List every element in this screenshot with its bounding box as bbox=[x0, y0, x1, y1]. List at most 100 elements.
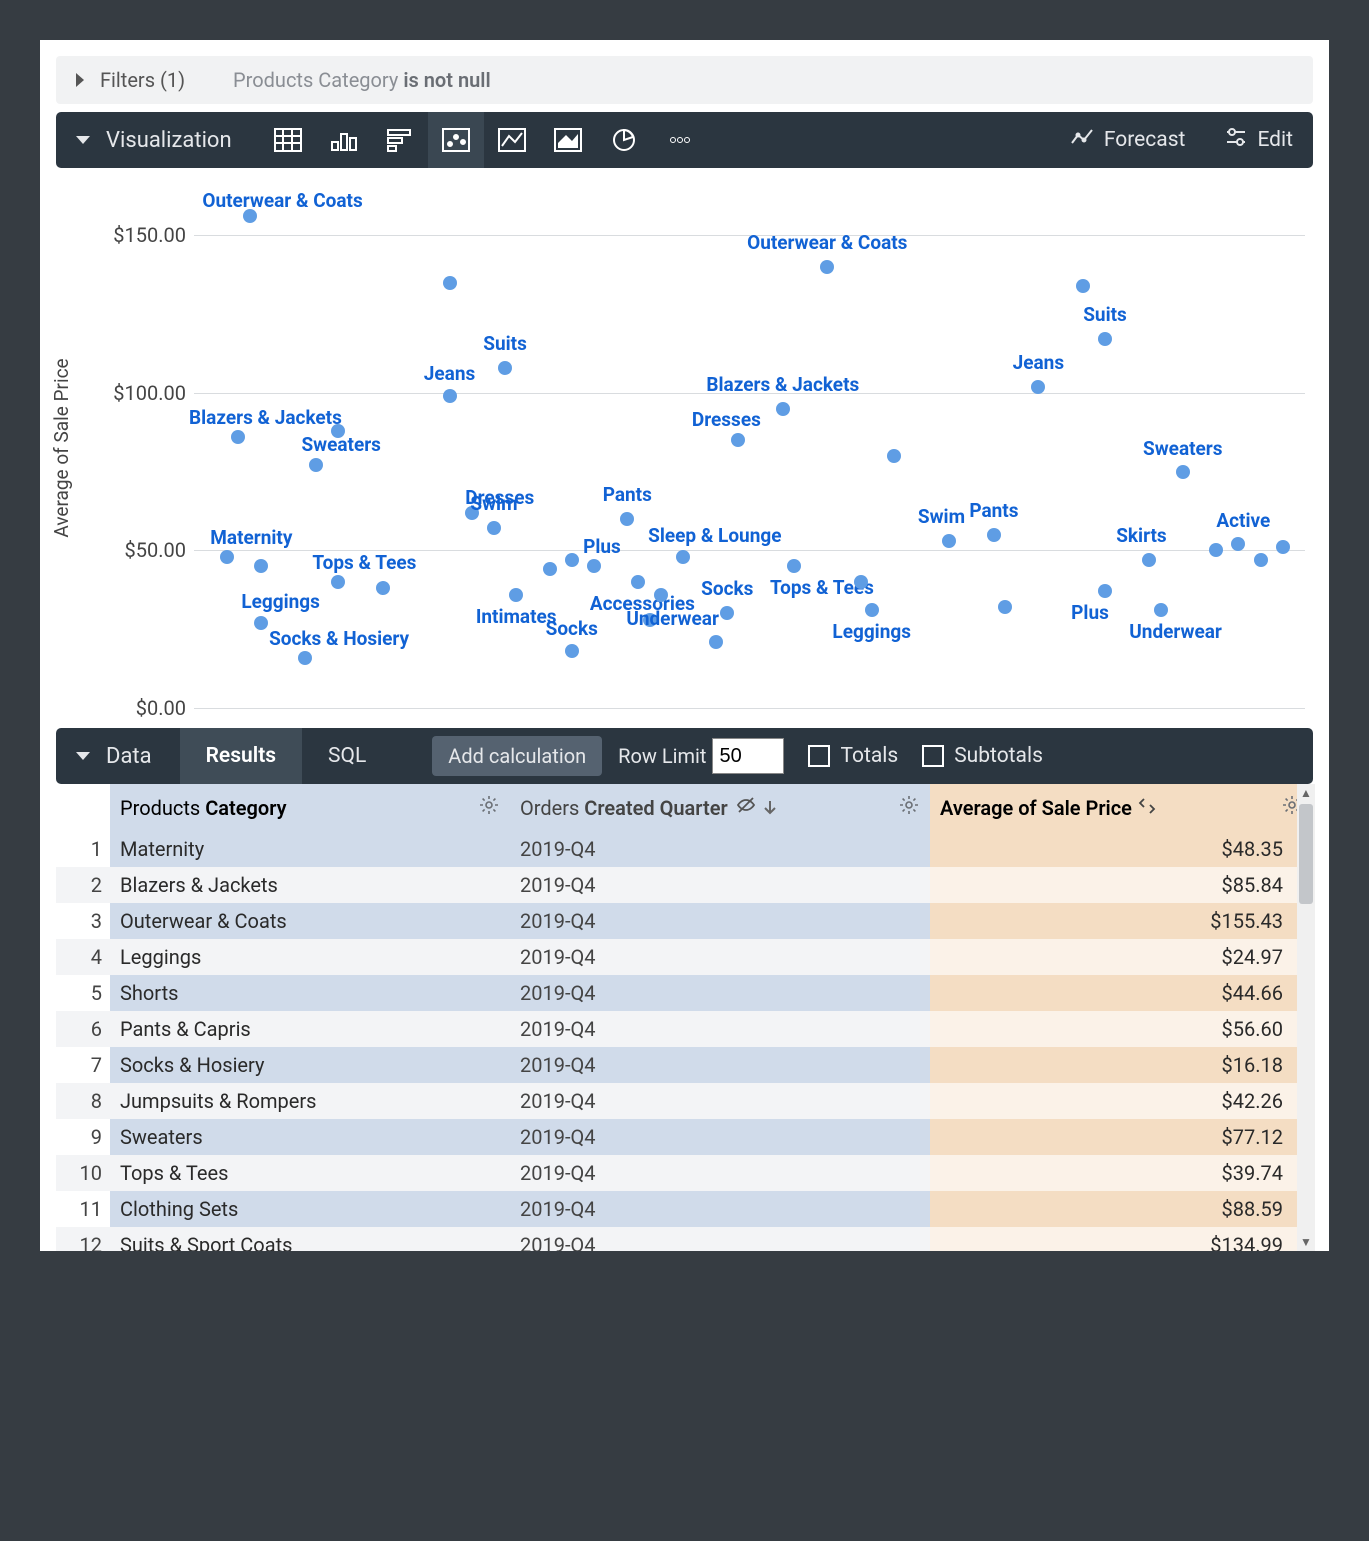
data-point[interactable] bbox=[1154, 603, 1168, 617]
totals-label: Totals bbox=[840, 744, 898, 768]
data-point[interactable] bbox=[1076, 279, 1090, 293]
tab-sql[interactable]: SQL bbox=[302, 728, 392, 784]
vis-type-more-icon[interactable] bbox=[652, 112, 708, 168]
data-point[interactable] bbox=[854, 575, 868, 589]
totals-checkbox[interactable]: Totals bbox=[808, 744, 898, 768]
column-average-sale-price[interactable]: Average of Sale Price bbox=[930, 784, 1313, 831]
cell-value: $88.59 bbox=[930, 1191, 1313, 1227]
vis-type-table-icon[interactable] bbox=[260, 112, 316, 168]
data-point[interactable] bbox=[254, 616, 268, 630]
data-point[interactable] bbox=[509, 588, 523, 602]
data-point[interactable] bbox=[309, 458, 323, 472]
data-point[interactable] bbox=[331, 575, 345, 589]
table-row[interactable]: 6Pants & Capris2019-Q4$56.60 bbox=[56, 1011, 1313, 1047]
data-point[interactable] bbox=[254, 559, 268, 573]
vis-type-area-icon[interactable] bbox=[540, 112, 596, 168]
data-point[interactable] bbox=[565, 553, 579, 567]
data-point[interactable] bbox=[298, 651, 312, 665]
table-row[interactable]: 10Tops & Tees2019-Q4$39.74 bbox=[56, 1155, 1313, 1191]
filters-bar[interactable]: Filters (1) Products Category is not nul… bbox=[56, 56, 1313, 104]
data-point[interactable] bbox=[565, 644, 579, 658]
table-row[interactable]: 12Suits & Sport Coats2019-Q4$134.99 bbox=[56, 1227, 1313, 1251]
cell-value: $134.99 bbox=[930, 1227, 1313, 1251]
data-point[interactable] bbox=[543, 562, 557, 576]
data-point[interactable] bbox=[787, 559, 801, 573]
table-row[interactable]: 1Maternity2019-Q4$48.35 bbox=[56, 831, 1313, 867]
data-point-label: Outerwear & Coats bbox=[747, 231, 907, 254]
caret-down-icon[interactable] bbox=[76, 136, 90, 144]
gear-icon[interactable] bbox=[478, 794, 500, 821]
tab-results[interactable]: Results bbox=[180, 728, 302, 784]
data-point[interactable] bbox=[1098, 584, 1112, 598]
edit-button[interactable]: Edit bbox=[1225, 127, 1293, 153]
vertical-scrollbar[interactable]: ▲ ▼ bbox=[1297, 784, 1315, 1251]
vis-type-bar-icon[interactable] bbox=[372, 112, 428, 168]
caret-down-icon[interactable] bbox=[76, 752, 90, 760]
row-limit-input[interactable] bbox=[712, 738, 784, 774]
forecast-button[interactable]: Forecast bbox=[1070, 127, 1186, 153]
data-point[interactable] bbox=[331, 424, 345, 438]
table-row[interactable]: 2Blazers & Jackets2019-Q4$85.84 bbox=[56, 867, 1313, 903]
data-point[interactable] bbox=[998, 600, 1012, 614]
data-point[interactable] bbox=[1231, 537, 1245, 551]
data-point[interactable] bbox=[654, 588, 668, 602]
scrollbar-thumb[interactable] bbox=[1299, 804, 1313, 904]
data-point[interactable] bbox=[820, 260, 834, 274]
data-point[interactable] bbox=[731, 433, 745, 447]
table-row[interactable]: 8Jumpsuits & Rompers2019-Q4$42.26 bbox=[56, 1083, 1313, 1119]
gear-icon[interactable] bbox=[898, 794, 920, 821]
data-point[interactable] bbox=[709, 635, 723, 649]
column-orders-created-quarter[interactable]: Orders Created Quarter bbox=[510, 784, 930, 831]
data-point[interactable] bbox=[1176, 465, 1190, 479]
scroll-down-icon[interactable]: ▼ bbox=[1300, 1233, 1312, 1251]
data-point[interactable] bbox=[1098, 332, 1112, 346]
data-point[interactable] bbox=[376, 581, 390, 595]
plot-area[interactable]: $0.00$50.00$100.00$150.00Outerwear & Coa… bbox=[194, 188, 1305, 708]
table-row[interactable]: 3Outerwear & Coats2019-Q4$155.43 bbox=[56, 903, 1313, 939]
column-label: Orders Created Quarter bbox=[520, 796, 728, 820]
scroll-up-icon[interactable]: ▲ bbox=[1300, 784, 1312, 802]
data-point[interactable] bbox=[1031, 380, 1045, 394]
subtotals-checkbox[interactable]: Subtotals bbox=[922, 744, 1043, 768]
data-point[interactable] bbox=[620, 512, 634, 526]
data-point[interactable] bbox=[498, 361, 512, 375]
column-products-category[interactable]: Products Category bbox=[110, 784, 510, 831]
data-point[interactable] bbox=[587, 559, 601, 573]
cell-value: $48.35 bbox=[930, 831, 1313, 867]
data-point[interactable] bbox=[1254, 553, 1268, 567]
data-point[interactable] bbox=[676, 550, 690, 564]
table-row[interactable]: 7Socks & Hosiery2019-Q4$16.18 bbox=[56, 1047, 1313, 1083]
data-point[interactable] bbox=[865, 603, 879, 617]
data-point[interactable] bbox=[487, 521, 501, 535]
sort-desc-icon[interactable] bbox=[762, 796, 778, 820]
row-index: 10 bbox=[56, 1155, 110, 1191]
table-row[interactable]: 11Clothing Sets2019-Q4$88.59 bbox=[56, 1191, 1313, 1227]
table-row[interactable]: 4Leggings2019-Q4$24.97 bbox=[56, 939, 1313, 975]
vis-type-line-icon[interactable] bbox=[484, 112, 540, 168]
cell-category: Leggings bbox=[110, 939, 510, 975]
row-index: 11 bbox=[56, 1191, 110, 1227]
data-point[interactable] bbox=[776, 402, 790, 416]
pivot-icon[interactable] bbox=[1138, 796, 1156, 820]
data-point[interactable] bbox=[220, 550, 234, 564]
hide-from-vis-icon[interactable] bbox=[736, 795, 756, 820]
table-row[interactable]: 5Shorts2019-Q4$44.66 bbox=[56, 975, 1313, 1011]
add-calculation-button[interactable]: Add calculation bbox=[432, 736, 602, 776]
data-point[interactable] bbox=[1276, 540, 1290, 554]
data-point[interactable] bbox=[443, 276, 457, 290]
data-point[interactable] bbox=[720, 606, 734, 620]
vis-type-scatter-icon[interactable] bbox=[428, 112, 484, 168]
data-point[interactable] bbox=[1209, 543, 1223, 557]
data-point[interactable] bbox=[231, 430, 245, 444]
data-point[interactable] bbox=[1142, 553, 1156, 567]
data-point[interactable] bbox=[942, 534, 956, 548]
table-row[interactable]: 9Sweaters2019-Q4$77.12 bbox=[56, 1119, 1313, 1155]
data-point[interactable] bbox=[987, 528, 1001, 542]
vis-type-column-icon[interactable] bbox=[316, 112, 372, 168]
data-point[interactable] bbox=[887, 449, 901, 463]
scatter-chart: Average of Sale Price $0.00$50.00$100.00… bbox=[84, 188, 1305, 708]
vis-type-pie-icon[interactable] bbox=[596, 112, 652, 168]
data-point[interactable] bbox=[631, 575, 645, 589]
data-title: Data bbox=[106, 744, 152, 769]
data-point[interactable] bbox=[443, 389, 457, 403]
